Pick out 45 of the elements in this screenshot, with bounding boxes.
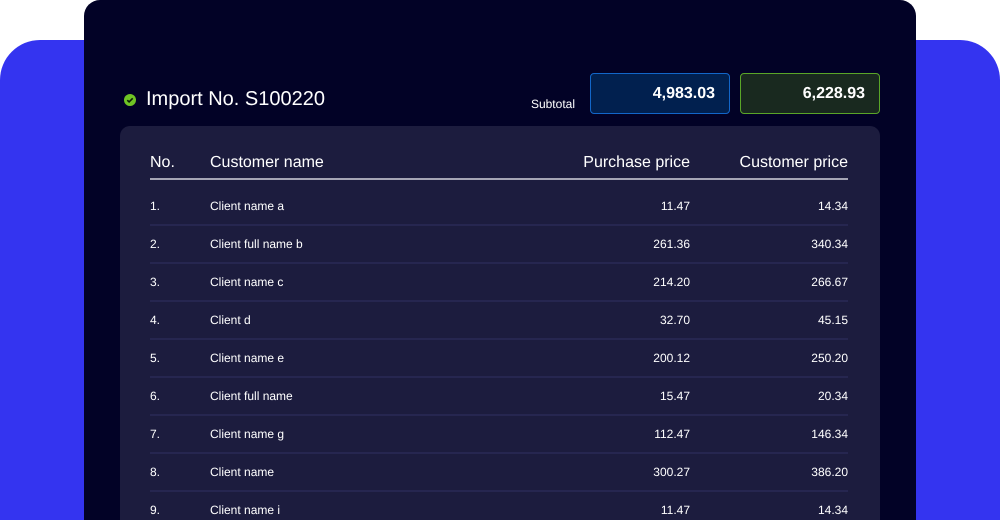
- table-cell: Client name: [210, 465, 274, 479]
- table-cell: 266.67: [811, 275, 848, 289]
- table-cell: 250.20: [811, 351, 848, 365]
- table-cell: Client name c: [210, 275, 284, 289]
- column-header: Purchase price: [583, 154, 690, 172]
- table-cell: 214.20: [653, 275, 690, 289]
- table-cell: 1.: [150, 199, 160, 213]
- table-cell: 146.34: [811, 427, 848, 441]
- column-header: Customer price: [740, 154, 848, 172]
- table-cell: 15.47: [660, 389, 690, 403]
- table-cell: Client name i: [210, 503, 280, 517]
- check-circle-icon: [124, 94, 136, 106]
- column-header: No.: [150, 154, 175, 172]
- import-title: Import No. S100220: [146, 88, 325, 111]
- table-cell: 9.: [150, 503, 160, 517]
- table-cell: 11.47: [660, 199, 690, 213]
- table-cell: 4.: [150, 313, 160, 327]
- table-cell: 261.36: [653, 237, 690, 251]
- table-cell: 20.34: [818, 389, 848, 403]
- table-cell: 300.27: [653, 465, 690, 479]
- table-cell: 45.15: [818, 313, 848, 327]
- subtotal-label: Subtotal: [530, 97, 575, 113]
- table-cell: 200.12: [653, 351, 690, 365]
- column-header: Customer name: [210, 154, 324, 172]
- table-cell: Client full name b: [210, 237, 303, 251]
- table-cell: 14.34: [818, 199, 848, 213]
- table-cell: 14.34: [818, 503, 848, 517]
- customer-total-box: 6,228.93: [740, 73, 880, 114]
- table-cell: 32.70: [660, 313, 690, 327]
- table-cell: 8.: [150, 465, 160, 479]
- table-cell: Client name a: [210, 199, 284, 213]
- table-cell: Client d: [210, 313, 251, 327]
- table-cell: 11.47: [660, 503, 690, 517]
- table-cell: 112.47: [654, 427, 690, 441]
- table-cell: Client name g: [210, 427, 284, 441]
- table-cell: 3.: [150, 275, 160, 289]
- table-cell: 5.: [150, 351, 160, 365]
- table-cell: 7.: [150, 427, 160, 441]
- purchase-total-box: 4,983.03: [590, 73, 730, 114]
- table-cell: 386.20: [811, 465, 848, 479]
- table-cell: Client name e: [210, 351, 284, 365]
- table-cell: Client full name: [210, 389, 293, 403]
- table-cell: 2.: [150, 237, 160, 251]
- table-cell: 6.: [150, 389, 160, 403]
- table-cell: 340.34: [811, 237, 848, 251]
